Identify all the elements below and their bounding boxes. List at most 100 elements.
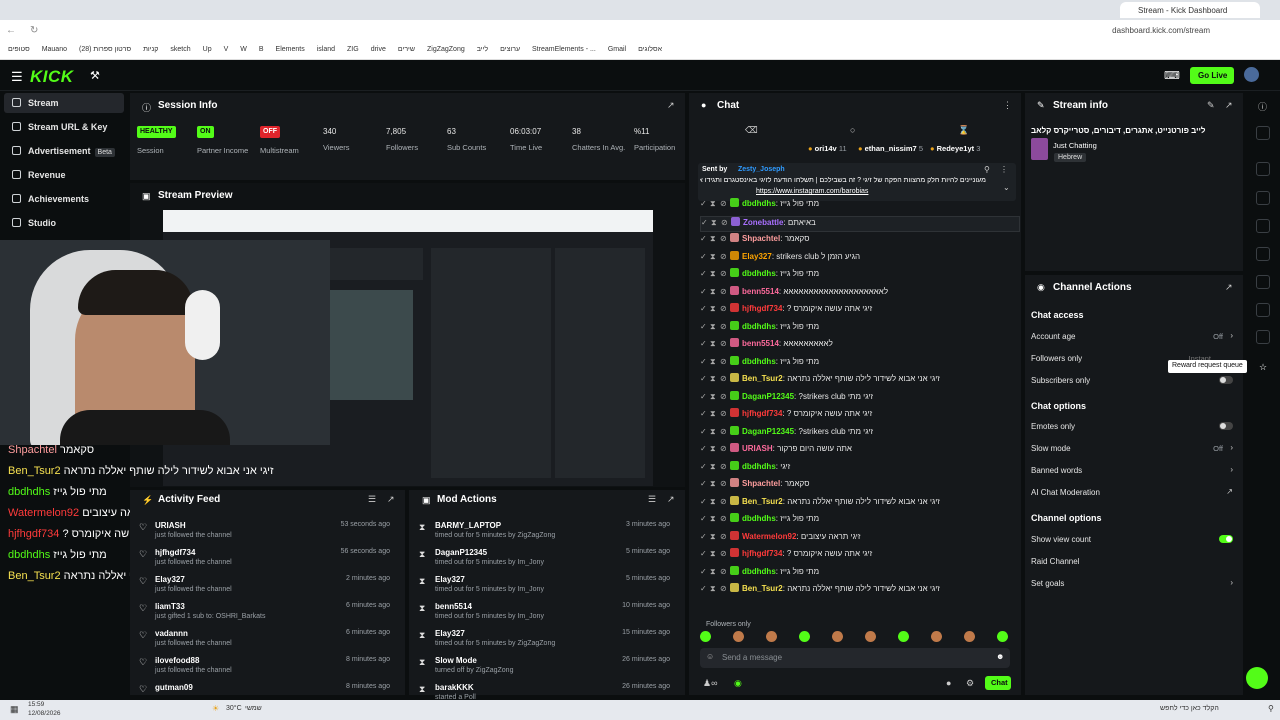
- more-icon[interactable]: ⋮: [1003, 100, 1012, 111]
- ban-icon[interactable]: ⊘: [720, 532, 727, 541]
- chat-username[interactable]: Shpachtel: [742, 234, 780, 243]
- ban-icon[interactable]: ⊘: [720, 497, 727, 506]
- timeout-icon[interactable]: ⧗: [710, 444, 717, 454]
- ban-icon[interactable]: ⊘: [720, 287, 727, 296]
- emoji-icon[interactable]: ☻: [996, 652, 1004, 661]
- filter-icon[interactable]: ☰: [648, 494, 656, 505]
- feed-name[interactable]: Elay327: [435, 575, 465, 584]
- timeout-icon[interactable]: ⧗: [710, 269, 717, 279]
- delete-icon[interactable]: ✓: [700, 427, 707, 436]
- feed-row[interactable]: ⧗ DaganP12345 timed out for 5 minutes by I…: [419, 548, 670, 574]
- chevron-down-icon[interactable]: ⌄: [1003, 183, 1010, 192]
- ban-icon[interactable]: ⊘: [720, 444, 727, 453]
- feed-row[interactable]: ♡ ilovefood88 just followed the channel 8 m…: [139, 656, 390, 682]
- rail-chat-icon[interactable]: [1256, 247, 1270, 261]
- bookmark-item[interactable]: ZIG: [347, 46, 359, 53]
- bookmark-item[interactable]: StreamElements - ...: [532, 46, 596, 53]
- chat-message[interactable]: ✓ ⧗ ⊘ Ben_Tsur2: זיגי אני אבוא לשידור לילה …: [700, 583, 1020, 599]
- bookmark-item[interactable]: סטופים: [8, 46, 30, 53]
- chat-username[interactable]: Watermelon92: [742, 532, 796, 541]
- delete-icon[interactable]: ✓: [700, 497, 707, 506]
- delete-icon[interactable]: ✓: [700, 514, 707, 523]
- feed-row[interactable]: ♡ Elay327 just followed the channel 2 minut…: [139, 575, 390, 601]
- rail-pencil-icon[interactable]: [1256, 126, 1270, 140]
- send-chat-button[interactable]: Chat: [985, 676, 1011, 690]
- delete-icon[interactable]: ✓: [701, 218, 708, 227]
- bookmark-item[interactable]: B: [259, 46, 264, 53]
- chat-username[interactable]: hjfhgdf734: [742, 549, 782, 558]
- feed-row[interactable]: ⧗ benn5514 timed out for 5 minutes by Im_J…: [419, 602, 670, 628]
- emote-icon[interactable]: [997, 631, 1008, 642]
- delete-icon[interactable]: ✓: [700, 304, 707, 313]
- chat-message[interactable]: ✓ ⧗ ⊘ dbdhdhs: מתי פול גייז: [700, 320, 1020, 337]
- chat-username[interactable]: dbdhdhs: [742, 199, 776, 208]
- timeout-icon[interactable]: ⧗: [710, 567, 717, 577]
- feed-row[interactable]: ♡ hjfhgdf734 just followed the channel 56 s…: [139, 548, 390, 574]
- timeout-icon[interactable]: ⧗: [710, 514, 717, 524]
- chat-message[interactable]: ✓ ⧗ ⊘ hjfhgdf734: זיגי אתה עושה איקומרס ?: [700, 303, 1020, 319]
- emote-icon[interactable]: [799, 631, 810, 642]
- show-view-count-toggle[interactable]: [1219, 535, 1233, 543]
- delete-icon[interactable]: ✓: [700, 287, 707, 296]
- rail-camera-icon[interactable]: [1256, 162, 1270, 176]
- bookmark-item[interactable]: לייב: [477, 46, 488, 53]
- bookmark-item[interactable]: island: [317, 46, 335, 53]
- popout-icon[interactable]: ↗: [1225, 100, 1233, 111]
- chat-username[interactable]: Ben_Tsur2: [742, 374, 783, 383]
- reward-queue-icon[interactable]: ☆: [1259, 362, 1267, 373]
- delete-icon[interactable]: ✓: [700, 339, 707, 348]
- timeout-icon[interactable]: ⧗: [710, 392, 717, 402]
- sidebar-item-achievements[interactable]: Achievements: [4, 189, 124, 209]
- feed-name[interactable]: hjfhgdf734: [155, 548, 195, 557]
- popout-icon[interactable]: ↗: [387, 494, 395, 505]
- pinned-message[interactable]: Sent by Zesty_Joseph ⚲ ⋮ מעוניינים להיות…: [698, 163, 1016, 201]
- timeout-icon[interactable]: ⧗: [710, 409, 717, 419]
- timeout-icon[interactable]: ⧗: [710, 304, 717, 314]
- timeout-icon[interactable]: ⧗: [710, 252, 717, 262]
- chat-username[interactable]: Ben_Tsur2: [742, 584, 783, 593]
- ban-icon[interactable]: ⊘: [720, 479, 727, 488]
- ban-icon[interactable]: ⊘: [720, 462, 727, 471]
- delete-icon[interactable]: ✓: [700, 357, 707, 366]
- ban-icon[interactable]: ⊘: [720, 322, 727, 331]
- timeout-icon[interactable]: ⧗: [711, 218, 718, 228]
- bookmark-item[interactable]: ערוצים: [500, 46, 520, 53]
- emotes-only-row[interactable]: Emotes only: [1031, 422, 1241, 431]
- chat-username[interactable]: dbdhdhs: [742, 567, 776, 576]
- delete-icon[interactable]: ✓: [700, 269, 707, 278]
- chat-username[interactable]: URIASH: [742, 444, 773, 453]
- chat-message[interactable]: ✓ ⧗ ⊘ Ben_Tsur2: זיגי אני אבוא לשידור לילה …: [700, 373, 1020, 389]
- ban-icon[interactable]: ⊘: [720, 234, 727, 243]
- ban-icon[interactable]: ⊘: [720, 374, 727, 383]
- emote-icon[interactable]: [766, 631, 777, 642]
- chat-message[interactable]: ✓ ⧗ ⊘ hjfhgdf734: זיגי אתה עושה איקומרס ?: [700, 408, 1020, 424]
- edit-icon[interactable]: ✎: [1207, 100, 1215, 111]
- emote-icon[interactable]: [964, 631, 975, 642]
- subscribers-only-toggle[interactable]: [1219, 376, 1233, 384]
- chat-message[interactable]: ✓ ⧗ ⊘ dbdhdhs: מתי פול גייז: [700, 355, 1020, 372]
- delete-icon[interactable]: ✓: [700, 199, 707, 208]
- timeout-icon[interactable]: ⧗: [710, 374, 717, 384]
- chat-message[interactable]: ✓ ⧗ ⊘ benn5514: לאאאאאאאאא: [700, 338, 1020, 354]
- windows-start-icon[interactable]: ▦: [10, 704, 19, 715]
- bookmark-item[interactable]: Mauano: [42, 46, 67, 53]
- rail-lightning-icon[interactable]: [1256, 191, 1270, 205]
- rail-shield-icon[interactable]: [1256, 275, 1270, 289]
- ban-icon[interactable]: ⊘: [720, 409, 727, 418]
- feed-row[interactable]: ⧗ Elay327 timed out for 5 minutes by Im_Jo…: [419, 575, 670, 601]
- chat-username[interactable]: dbdhdhs: [742, 514, 776, 523]
- delete-icon[interactable]: ✓: [700, 444, 707, 453]
- feed-name[interactable]: DaganP12345: [435, 548, 487, 557]
- delete-icon[interactable]: ✓: [700, 234, 707, 243]
- emote-icon[interactable]: ☺: [706, 652, 714, 661]
- timeout-icon[interactable]: ⧗: [710, 322, 717, 332]
- bookmark-item[interactable]: W: [240, 46, 247, 53]
- timeout-icon[interactable]: ⧗: [710, 199, 717, 209]
- chat-username[interactable]: Zonebattle: [743, 218, 783, 227]
- feed-name[interactable]: Elay327: [155, 575, 185, 584]
- chat-message[interactable]: ✓ ⧗ ⊘ DaganP12345: זיגי מתי strikers club?: [700, 390, 1020, 407]
- bookmark-item[interactable]: קניות: [143, 46, 158, 53]
- help-chat-button[interactable]: [1246, 667, 1268, 689]
- emotes-only-toggle[interactable]: [1219, 422, 1233, 430]
- emote-icon[interactable]: [733, 631, 744, 642]
